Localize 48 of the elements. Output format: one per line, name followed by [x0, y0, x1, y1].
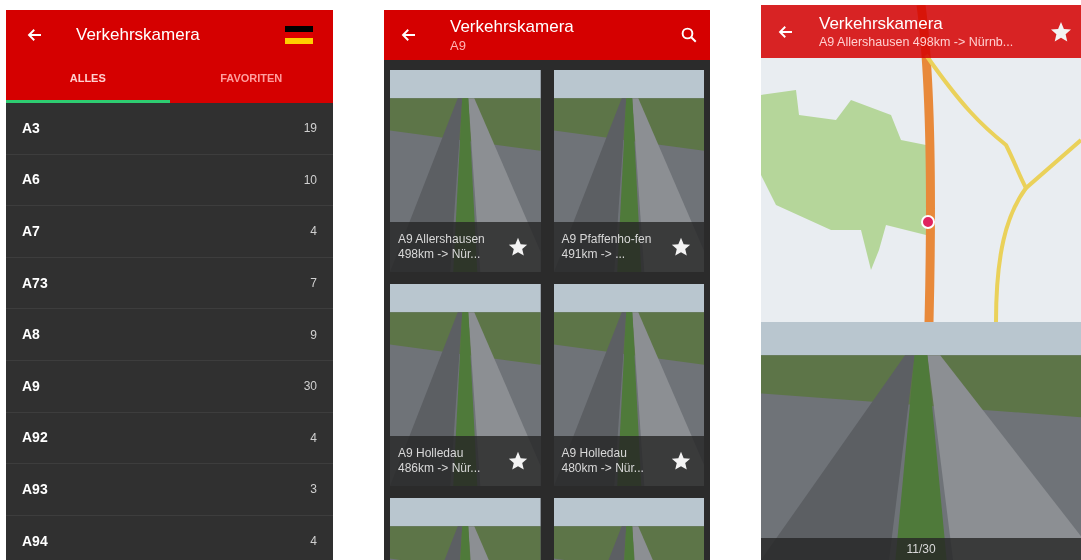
camera-count: 19: [303, 120, 317, 138]
road-name: A6: [22, 170, 40, 190]
camera-caption: A9 Allershausen 498km -> Nür...: [398, 232, 486, 262]
app-title: Verkehrskamera: [819, 12, 944, 34]
camera-caption: A9 Pfaffenho-fen 491km -> ...: [561, 232, 653, 262]
road-list-item[interactable]: A3 19: [6, 103, 333, 155]
road-name: A94: [22, 531, 48, 551]
camera-tile[interactable]: A9 Holledau 480km -> Nür...: [553, 284, 704, 486]
back-arrow-icon[interactable]: [26, 26, 44, 44]
road-list-item[interactable]: A93 3: [6, 464, 333, 516]
camera-count: 9: [310, 326, 317, 344]
camera-count: 4: [310, 223, 317, 241]
road-name: A3: [22, 118, 40, 138]
camera-caption: A9 Holledau 486km -> Nür...: [398, 446, 482, 476]
app-title: Verkehrskamera: [450, 16, 575, 38]
flag-icon[interactable]: [285, 26, 313, 44]
camera-tile[interactable]: A9 Allershausen 498km -> Nür...: [390, 70, 541, 272]
road-list-item[interactable]: A92 4: [6, 412, 333, 465]
camera-count: 4: [310, 533, 317, 551]
road-name: A73: [22, 273, 48, 293]
app-subtitle: A9: [450, 37, 467, 54]
camera-caption: A9 Holledau 480km -> Nür...: [561, 446, 645, 476]
tab[interactable]: ALLES: [6, 60, 170, 103]
road-name: A8: [22, 325, 40, 345]
camera-count: 7: [310, 275, 317, 293]
road-name: A7: [22, 222, 40, 241]
camera-count: 30: [303, 378, 317, 396]
road-list-item[interactable]: A73 7: [6, 257, 333, 310]
app-subtitle: A9 Allershausen 498km -> Nürnb...: [819, 33, 1015, 51]
road-name: A9: [22, 376, 40, 396]
star-icon[interactable]: [670, 236, 692, 258]
back-arrow-icon[interactable]: [400, 26, 418, 44]
camera-count: 4: [310, 429, 317, 447]
road-name: A93: [22, 479, 48, 499]
road-list-item[interactable]: A6 10: [6, 154, 333, 207]
camera-count: 10: [303, 171, 317, 189]
road-list-item[interactable]: A94 4: [6, 515, 333, 560]
camera-count: 3: [310, 481, 317, 499]
app-title: Verkehrskamera: [76, 24, 201, 47]
road-list-item[interactable]: A9 30: [6, 360, 333, 413]
road-name: A92: [22, 428, 48, 448]
camera-tile[interactable]: A9 Holledau 486km -> Nür...: [390, 284, 541, 486]
star-icon[interactable]: [670, 450, 692, 472]
search-icon[interactable]: [680, 26, 698, 44]
road-list-item[interactable]: A8 9: [6, 309, 333, 361]
camera-tile[interactable]: A9 Pfaffenho-fen 491km -> ...: [553, 70, 704, 272]
road-list-item[interactable]: A7 4: [6, 206, 333, 258]
page-counter: 11/30: [906, 541, 936, 558]
